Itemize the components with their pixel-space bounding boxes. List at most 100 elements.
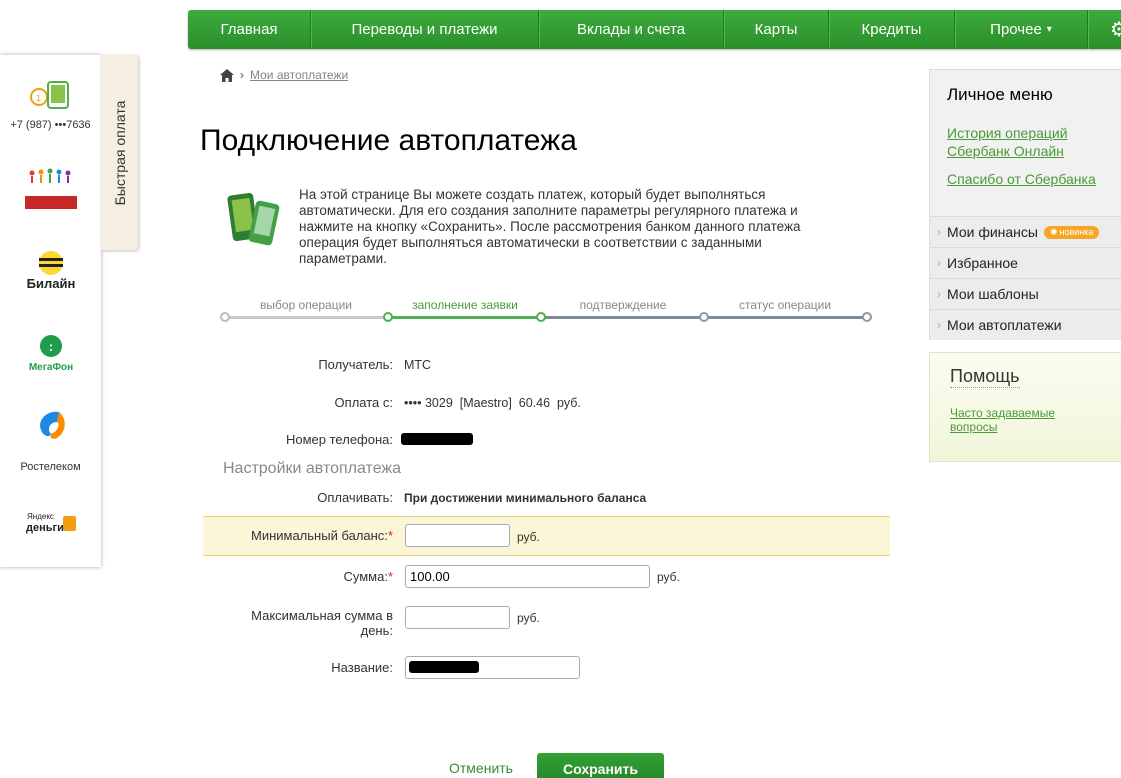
max-per-day-input[interactable]	[405, 606, 510, 629]
nav-main[interactable]: Главная	[188, 10, 311, 49]
step-label-confirmation: подтверждение	[579, 298, 667, 312]
svg-text:деньги: деньги	[26, 522, 64, 534]
max-per-day-label-line1: Максимальная сумма в	[251, 608, 393, 623]
svg-text:МегаФон: МегаФон	[28, 362, 72, 373]
autopayment-settings-title: Настройки автоплатежа	[223, 460, 402, 477]
charity-icon	[24, 168, 77, 209]
breadcrumb-separator-icon: ›	[240, 68, 244, 82]
home-icon[interactable]	[220, 68, 234, 82]
rostelecom-logo	[39, 411, 65, 439]
step-line-active	[388, 316, 541, 319]
new-badge: ✺ новинка	[1043, 225, 1100, 239]
beeline-logo: Билайн	[26, 251, 75, 291]
min-balance-label-text: Минимальный баланс:	[250, 528, 388, 543]
amount-unit: руб.	[657, 570, 680, 584]
quick-pay-tab[interactable]: Быстрая оплата	[101, 55, 138, 250]
min-balance-input[interactable]	[405, 524, 510, 547]
quickpay-charity[interactable]	[0, 167, 101, 212]
nav-other[interactable]: Прочее ▾	[955, 10, 1088, 49]
amount-input[interactable]	[405, 565, 650, 588]
recipient-label: Получатель:	[318, 357, 393, 372]
megafon-logo: : МегаФон	[28, 335, 73, 373]
svg-text:Билайн: Билайн	[26, 276, 75, 291]
new-badge-label: новинка	[1059, 227, 1094, 237]
pay-when-label: Оплачивать:	[317, 490, 393, 505]
step-dot-2	[383, 312, 393, 322]
min-balance-label: Минимальный баланс:*	[251, 528, 393, 543]
max-per-day-label: Максимальная сумма в день:	[251, 608, 393, 638]
step-line-done	[224, 316, 388, 319]
personal-menu: Личное меню История операций Сбербанк Он…	[929, 69, 1121, 340]
name-value-redacted	[409, 661, 479, 673]
svg-text:1: 1	[36, 93, 41, 103]
nav-transfers-payments[interactable]: Переводы и платежи	[311, 10, 539, 49]
svg-text::: :	[48, 339, 52, 354]
phone-row: Номер телефона:	[203, 432, 890, 452]
nav-credits[interactable]: Кредиты	[829, 10, 955, 49]
quickpay-phone-number: +7 (987) •••7636	[10, 119, 91, 131]
step-dot-1	[220, 312, 230, 322]
step-dot-3	[536, 312, 546, 322]
page-title: Подключение автоплатежа	[200, 124, 577, 157]
menu-item-my-templates-label: Мои шаблоны	[947, 286, 1039, 302]
max-per-day-row: Максимальная сумма в день: руб.	[203, 606, 890, 640]
name-input[interactable]	[405, 656, 580, 679]
sun-icon: ✺	[1049, 226, 1058, 237]
link-operation-history[interactable]: История операций Сбербанк Онлайн	[947, 124, 1087, 160]
quickpay-yandex-money[interactable]: Яндекс деньги	[0, 508, 101, 541]
step-label-fill-form: заполнение заявки	[412, 298, 518, 312]
quickpay-beeline[interactable]: Билайн	[0, 250, 101, 295]
top-navigation: Главная Переводы и платежи Вклады и счет…	[188, 10, 1121, 49]
quickpay-rostelecom[interactable]: Ростелеком	[0, 408, 101, 473]
amount-label-text: Сумма:	[343, 569, 388, 584]
quickpay-megafon[interactable]: : МегаФон	[0, 333, 101, 378]
rostelecom-label: Ростелеком	[20, 461, 81, 473]
help-title[interactable]: Помощь	[950, 366, 1020, 388]
amount-row: Сумма:* руб.	[203, 564, 890, 590]
pay-from-label: Оплата с:	[334, 395, 393, 410]
amount-label: Сумма:*	[343, 569, 393, 584]
step-label-select-operation: выбор операции	[259, 298, 353, 312]
save-button[interactable]: Сохранить	[537, 753, 664, 778]
quickpay-phone-item[interactable]: 1 +7 (987) •••7636	[0, 80, 101, 131]
faq-link[interactable]: Часто задаваемые вопросы	[950, 406, 1070, 434]
gear-icon[interactable]: ⚙	[1088, 10, 1121, 49]
quick-pay-tab-label: Быстрая оплата	[111, 100, 128, 205]
step-dot-4	[699, 312, 709, 322]
max-per-day-label-line2: день:	[360, 623, 393, 638]
menu-item-my-finances[interactable]: Мои финансы ✺новинка	[930, 216, 1121, 247]
yandex-money-logo: Яндекс деньги	[26, 512, 76, 534]
link-spasibo[interactable]: Спасибо от Сбербанка	[947, 170, 1096, 188]
breadcrumb-link-my-autopayments[interactable]: Мои автоплатежи	[250, 68, 348, 82]
breadcrumb: › Мои автоплатежи	[220, 68, 348, 82]
max-per-day-unit: руб.	[517, 611, 540, 625]
name-label: Название:	[331, 660, 393, 675]
required-mark: *	[387, 569, 393, 584]
phone-label: Номер телефона:	[286, 432, 393, 447]
pay-when-value: При достижении минимального баланса	[404, 491, 647, 505]
pay-from-row: Оплата с: •••• 3029 [Maestro] 60.46 руб.	[203, 395, 890, 415]
menu-item-my-finances-label: Мои финансы	[947, 224, 1038, 240]
page: { "nav": { "items": ["Главная", "Перевод…	[0, 0, 1121, 778]
min-balance-unit: руб.	[517, 530, 540, 544]
menu-item-my-autopayments-label: Мои автоплатежи	[947, 317, 1062, 333]
nav-other-label: Прочее	[990, 21, 1042, 38]
mobile-phone-illustration-icon	[227, 192, 280, 246]
pay-from-value: •••• 3029 [Maestro] 60.46 руб.	[404, 396, 581, 410]
required-mark: *	[387, 528, 393, 543]
recipient-row: Получатель: МТС	[203, 357, 890, 377]
recipient-value: МТС	[404, 358, 432, 372]
menu-item-my-templates[interactable]: Мои шаблоны	[930, 278, 1121, 309]
nav-cards[interactable]: Карты	[724, 10, 829, 49]
menu-item-favorites[interactable]: Избранное	[930, 247, 1121, 278]
caret-down-icon: ▾	[1046, 24, 1052, 35]
progress-stepper: выбор операции заполнение заявки подтвер…	[220, 296, 874, 326]
quick-pay-panel: 1 +7 (987) •••7636 Билайн : МегаФон Рост…	[0, 55, 101, 567]
nav-deposits-accounts[interactable]: Вклады и счета	[539, 10, 724, 49]
pay-when-row: Оплачивать: При достижении минимального …	[203, 490, 890, 510]
menu-item-favorites-label: Избранное	[947, 255, 1018, 271]
personal-menu-title: Личное меню	[947, 85, 1053, 104]
menu-item-my-autopayments[interactable]: Мои автоплатежи	[930, 309, 1121, 340]
name-row: Название:	[203, 656, 890, 680]
cancel-link[interactable]: Отменить	[449, 760, 513, 776]
